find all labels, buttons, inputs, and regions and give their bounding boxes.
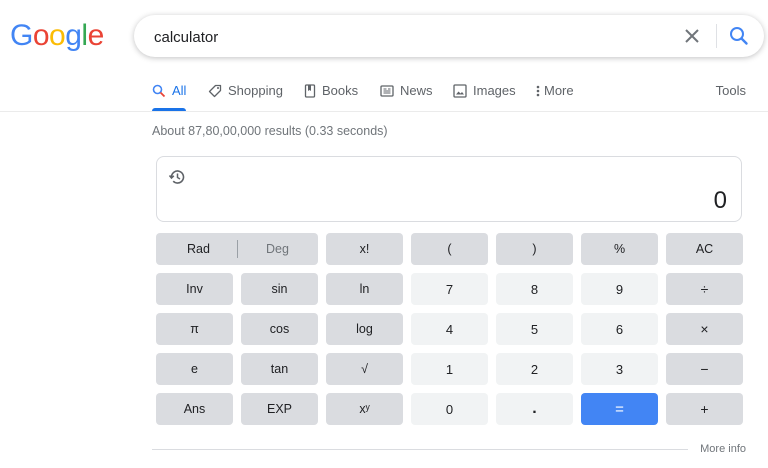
percent-key[interactable]: % (581, 233, 658, 265)
tab-news[interactable]: News (380, 83, 433, 98)
digit-0-key[interactable]: 0 (411, 393, 488, 425)
digit-5-key[interactable]: 5 (496, 313, 573, 345)
search-icon (730, 27, 748, 45)
deg-label[interactable]: Deg (266, 242, 289, 256)
cos-key[interactable]: cos (241, 313, 318, 345)
tab-books[interactable]: Books (304, 83, 358, 98)
tag-icon (208, 84, 222, 98)
all-clear-key[interactable]: AC (666, 233, 743, 265)
divide-key[interactable]: ÷ (666, 273, 743, 305)
digit-3-key[interactable]: 3 (581, 353, 658, 385)
tab-label: Shopping (228, 83, 283, 98)
search-input[interactable] (152, 24, 656, 50)
tab-all[interactable]: All (152, 83, 186, 98)
logo-letter: g (65, 19, 82, 52)
logo-letter: G (10, 19, 33, 52)
tan-key[interactable]: tan (241, 353, 318, 385)
logo-letter: e (87, 19, 105, 52)
kebab-icon (536, 84, 540, 98)
tools-button[interactable]: Tools (716, 83, 746, 98)
tabs-divider (0, 111, 768, 112)
rad-label[interactable]: Rad (187, 242, 210, 256)
digit-7-key[interactable]: 7 (411, 273, 488, 305)
euler-key[interactable]: e (156, 353, 233, 385)
digit-8-key[interactable]: 8 (496, 273, 573, 305)
digit-2-key[interactable]: 2 (496, 353, 573, 385)
log-key[interactable]: log (326, 313, 403, 345)
sin-key[interactable]: sin (241, 273, 318, 305)
image-icon (453, 83, 467, 98)
factorial-key[interactable]: x! (326, 233, 403, 265)
tab-label: All (172, 83, 187, 98)
tab-images[interactable]: Images (453, 83, 516, 98)
close-icon (685, 29, 699, 43)
digit-4-key[interactable]: 4 (411, 313, 488, 345)
rad-deg-toggle[interactable]: Rad Deg (156, 233, 318, 265)
search-icon (152, 84, 166, 98)
exp-key[interactable]: EXP (241, 393, 318, 425)
display-value: 0 (713, 187, 727, 214)
rad-deg-divider (237, 240, 238, 258)
add-key[interactable]: + (666, 393, 743, 425)
tab-label: News (400, 83, 433, 98)
digit-9-key[interactable]: 9 (581, 273, 658, 305)
book-icon (304, 83, 316, 98)
calculator-display: 0 (156, 156, 742, 222)
tab-label: Books (322, 83, 359, 98)
pi-key[interactable]: π (156, 313, 233, 345)
logo-letter: o (32, 19, 50, 52)
search-button[interactable] (726, 23, 752, 49)
answer-key[interactable]: Ans (156, 393, 233, 425)
sqrt-key[interactable]: √ (326, 353, 403, 385)
digit-1-key[interactable]: 1 (411, 353, 488, 385)
ln-key[interactable]: ln (326, 273, 403, 305)
decimal-key[interactable]: . (496, 393, 573, 425)
more-info-divider (152, 449, 688, 450)
equals-key[interactable]: = (581, 393, 658, 425)
result-stats: About 87,80,00,000 results (0.33 seconds… (152, 124, 388, 138)
inverse-key[interactable]: Inv (156, 273, 233, 305)
tab-more[interactable]: More (536, 83, 574, 98)
google-logo[interactable]: Google (10, 19, 104, 53)
search-box (134, 15, 764, 57)
close-paren-key[interactable]: ) (496, 233, 573, 265)
logo-letter: o (49, 19, 66, 52)
more-info-link[interactable]: More info (700, 443, 746, 455)
newspaper-icon (380, 84, 394, 97)
tab-label: More (544, 83, 574, 98)
history-icon (168, 170, 185, 184)
history-button[interactable] (167, 167, 187, 187)
multiply-key[interactable]: × (666, 313, 743, 345)
clear-search-button[interactable] (680, 24, 704, 48)
open-paren-key[interactable]: ( (411, 233, 488, 265)
search-divider (716, 24, 717, 48)
tab-shopping[interactable]: Shopping (208, 83, 283, 98)
power-key[interactable]: xʸ (326, 393, 403, 425)
subtract-key[interactable]: − (666, 353, 743, 385)
tab-label: Images (473, 83, 516, 98)
digit-6-key[interactable]: 6 (581, 313, 658, 345)
